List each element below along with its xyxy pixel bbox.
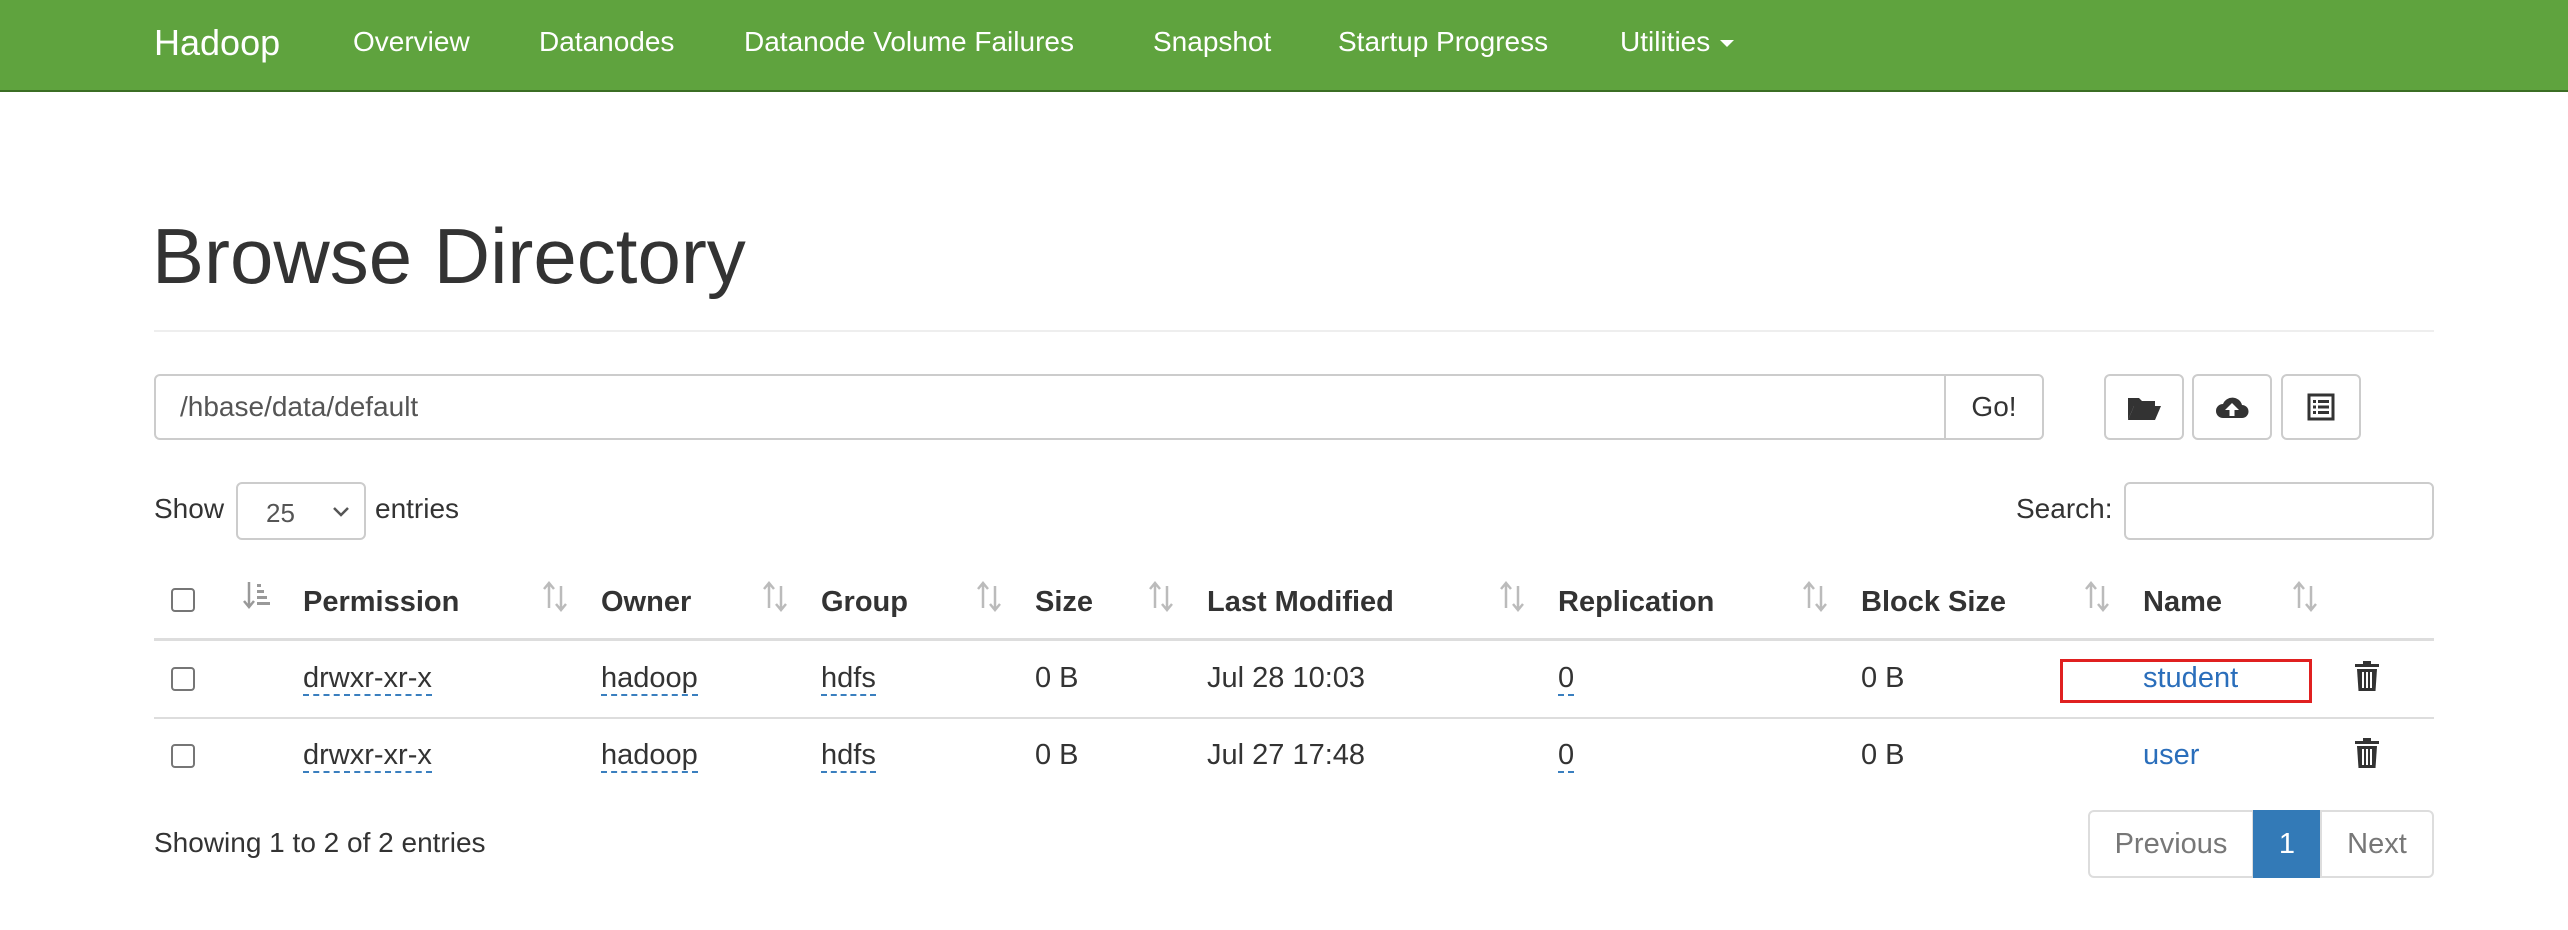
sort-both-icon[interactable] <box>760 580 790 614</box>
table-row-owner: hadoop <box>601 656 698 700</box>
sort-both-icon[interactable] <box>2290 580 2320 614</box>
sort-both-icon[interactable] <box>1800 580 1830 614</box>
sort-both-icon[interactable] <box>974 580 1004 614</box>
replication-link[interactable]: 0 <box>1558 662 1575 696</box>
entries-per-page-value: 25 <box>266 498 295 528</box>
table-row-group: hdfs <box>821 656 876 700</box>
go-button[interactable]: Go! <box>1944 374 2044 440</box>
nav-datanode-volume-failures[interactable]: Datanode Volume Failures <box>744 20 1074 64</box>
caret-down-icon <box>1720 40 1735 48</box>
create-directory-button[interactable] <box>2104 374 2184 440</box>
page-title: Browse Directory <box>152 212 746 300</box>
header-divider <box>154 330 2434 332</box>
column-header-group[interactable]: Group <box>821 578 908 626</box>
brand-logo[interactable]: Hadoop <box>154 18 280 68</box>
search-label: Search: <box>2016 493 2113 524</box>
select-all-checkbox[interactable] <box>171 588 195 612</box>
cloud-upload-icon <box>2216 397 2249 418</box>
permission-link[interactable]: drwxr-xr-x <box>303 662 432 696</box>
table-row-size: 0 B <box>1035 739 1079 771</box>
replication-link[interactable]: 0 <box>1558 739 1575 773</box>
table-row-last-modified: Jul 28 10:03 <box>1207 662 1366 694</box>
pagination-page-1-button[interactable]: 1 <box>2253 810 2321 878</box>
sort-both-icon[interactable] <box>1497 580 1527 614</box>
owner-link[interactable]: hadoop <box>601 662 698 696</box>
row-divider <box>154 717 2434 719</box>
search-input[interactable] <box>2124 482 2434 540</box>
permission-link[interactable]: drwxr-xr-x <box>303 739 432 773</box>
chevron-down-icon <box>333 507 349 517</box>
nav-utilities-label: Utilities <box>1620 26 1711 57</box>
group-link[interactable]: hdfs <box>821 739 876 773</box>
table-row-replication: 0 <box>1558 733 1575 777</box>
trash-icon[interactable] <box>2352 659 2382 693</box>
directory-name-link[interactable]: student <box>2143 656 2238 700</box>
table-row-last-modified: Jul 27 17:48 <box>1207 739 1366 771</box>
pagination-next-button[interactable]: Next <box>2320 810 2434 878</box>
directory-path-input[interactable] <box>154 374 1946 440</box>
table-row-size: 0 B <box>1035 662 1079 694</box>
show-label: Show <box>154 493 225 524</box>
sort-both-icon[interactable] <box>1146 580 1176 614</box>
folder-open-icon <box>2128 398 2161 420</box>
table-row-permission: drwxr-xr-x <box>303 733 432 777</box>
entries-per-page-select[interactable]: 25 <box>236 482 366 540</box>
table-info-text: Showing 1 to 2 of 2 entries <box>154 827 486 858</box>
pagination-previous-button[interactable]: Previous <box>2088 810 2254 878</box>
table-row-owner: hadoop <box>601 733 698 777</box>
table-row-replication: 0 <box>1558 656 1575 700</box>
column-header-permission[interactable]: Permission <box>303 578 459 626</box>
column-header-block-size[interactable]: Block Size <box>1861 578 2006 626</box>
column-header-owner[interactable]: Owner <box>601 578 691 626</box>
sort-both-icon[interactable] <box>2082 580 2112 614</box>
nav-utilities[interactable]: Utilities <box>1620 20 1735 64</box>
column-header-replication[interactable]: Replication <box>1558 578 1714 626</box>
nav-snapshot[interactable]: Snapshot <box>1153 20 1271 64</box>
table-row-group: hdfs <box>821 733 876 777</box>
list-alt-icon <box>2307 393 2335 421</box>
trash-icon[interactable] <box>2352 736 2382 770</box>
nav-startup-progress[interactable]: Startup Progress <box>1338 20 1548 64</box>
column-header-size[interactable]: Size <box>1035 578 1093 626</box>
table-header-border <box>154 638 2434 641</box>
group-link[interactable]: hdfs <box>821 662 876 696</box>
table-row-block-size: 0 B <box>1861 662 1905 694</box>
table-row-permission: drwxr-xr-x <box>303 656 432 700</box>
nav-datanodes[interactable]: Datanodes <box>539 20 674 64</box>
upload-button[interactable] <box>2192 374 2272 440</box>
owner-link[interactable]: hadoop <box>601 739 698 773</box>
row-select-checkbox[interactable] <box>171 667 195 691</box>
sort-ascending-icon[interactable] <box>242 580 272 614</box>
entries-label: entries <box>375 493 460 524</box>
top-navbar: Hadoop Overview Datanodes Datanode Volum… <box>0 0 2568 92</box>
column-header-last-modified[interactable]: Last Modified <box>1207 578 1394 626</box>
column-header-name[interactable]: Name <box>2143 578 2222 626</box>
row-select-checkbox[interactable] <box>171 744 195 768</box>
cut-paste-button[interactable] <box>2281 374 2361 440</box>
directory-name-link[interactable]: user <box>2143 733 2199 777</box>
table-row-block-size: 0 B <box>1861 739 1905 771</box>
nav-overview[interactable]: Overview <box>353 20 470 64</box>
sort-both-icon[interactable] <box>540 580 570 614</box>
